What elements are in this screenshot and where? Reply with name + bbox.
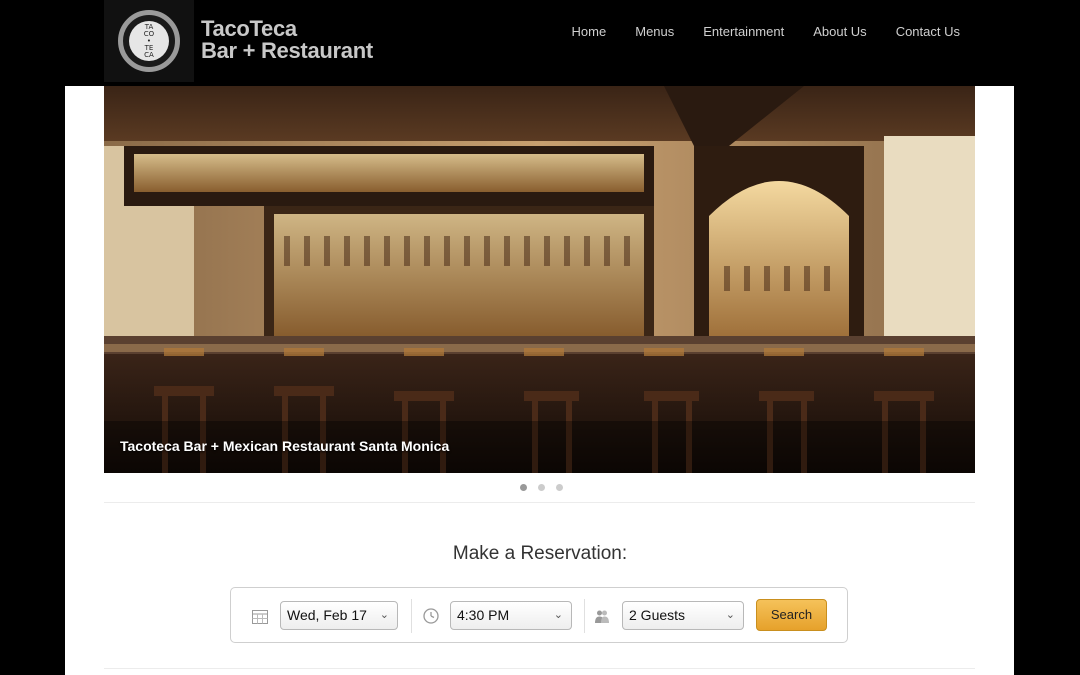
people-icon — [593, 607, 611, 625]
slider-pagination — [0, 482, 1080, 494]
widget-divider — [584, 599, 585, 633]
main-nav: Home Menus Entertainment About Us Contac… — [543, 24, 960, 39]
search-button[interactable]: Search — [756, 599, 827, 631]
party-size-select[interactable]: 2 Guests ⌄ — [622, 601, 744, 630]
clock-icon — [422, 607, 440, 625]
chevron-down-icon: ⌄ — [725, 609, 735, 621]
brand-name[interactable]: TacoTeca Bar + Restaurant — [201, 18, 373, 62]
calendar-icon — [251, 607, 269, 625]
brand-line-1: TacoTeca — [201, 16, 297, 41]
widget-divider — [411, 599, 412, 633]
nav-about-us[interactable]: About Us — [813, 24, 866, 39]
logo-ring: TA CO • TE CA — [118, 10, 180, 72]
time-value: 4:30 PM — [457, 607, 510, 623]
hero-slider[interactable]: Tacoteca Bar + Mexican Restaurant Santa … — [104, 86, 975, 473]
hero-image — [104, 86, 975, 473]
nav-contact-us[interactable]: Contact Us — [896, 24, 960, 39]
reservation-widget: Wed, Feb 17 ⌄ 4:30 PM ⌄ 2 Guests ⌄ Searc… — [230, 587, 848, 643]
brand-line-2: Bar + Restaurant — [201, 38, 373, 63]
chevron-down-icon: ⌄ — [379, 609, 389, 621]
slide-dot-1[interactable] — [519, 484, 527, 491]
date-select[interactable]: Wed, Feb 17 ⌄ — [280, 601, 398, 630]
date-value: Wed, Feb 17 — [287, 607, 367, 623]
reservation-title: Make a Reservation: — [452, 543, 628, 564]
chevron-down-icon: ⌄ — [553, 609, 563, 621]
slide-dot-3[interactable] — [555, 484, 563, 491]
logo-mark: TA CO • TE CA — [129, 21, 169, 61]
slide-dot-2[interactable] — [537, 484, 545, 491]
site-header: TA CO • TE CA TacoTeca Bar + Restaurant … — [0, 0, 1080, 86]
nav-menus[interactable]: Menus — [635, 24, 674, 39]
divider-top — [104, 502, 975, 503]
party-value: 2 Guests — [629, 607, 686, 623]
nav-entertainment[interactable]: Entertainment — [703, 24, 784, 39]
logo[interactable]: TA CO • TE CA — [104, 0, 194, 82]
nav-home[interactable]: Home — [572, 24, 607, 39]
time-select[interactable]: 4:30 PM ⌄ — [450, 601, 572, 630]
hero-caption: Tacoteca Bar + Mexican Restaurant Santa … — [120, 438, 450, 454]
divider-bottom — [104, 668, 975, 669]
